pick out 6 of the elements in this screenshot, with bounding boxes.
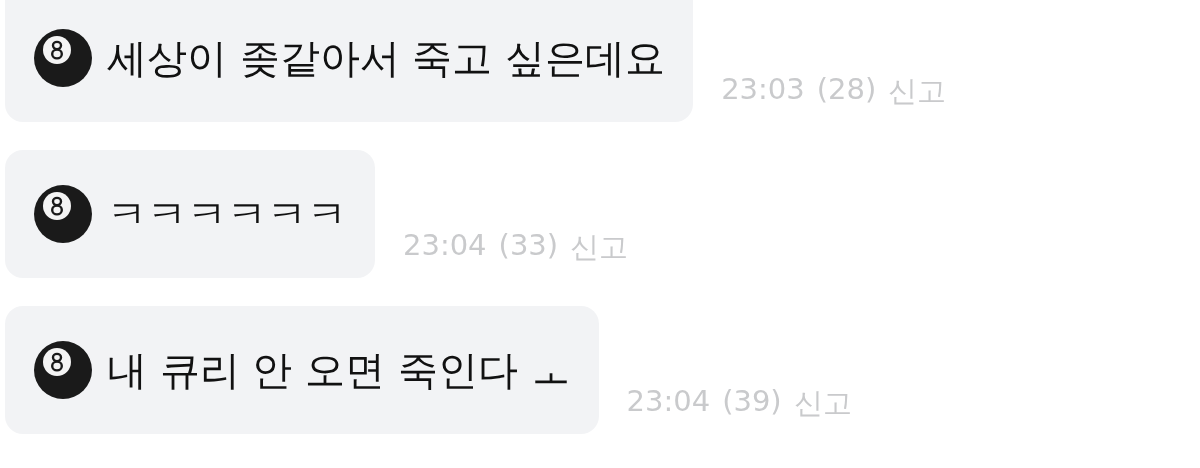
message-text: 내 큐리 안 오면 죽인다 ㅗ xyxy=(107,345,571,395)
eight-ball-icon xyxy=(33,28,93,88)
eight-ball-icon xyxy=(33,184,93,244)
eight-ball-icon xyxy=(33,340,93,400)
message-text: 세상이 좆같아서 죽고 싶은데요 xyxy=(107,33,666,83)
message-text: ㅋㅋㅋㅋㅋㅋ xyxy=(107,189,347,239)
